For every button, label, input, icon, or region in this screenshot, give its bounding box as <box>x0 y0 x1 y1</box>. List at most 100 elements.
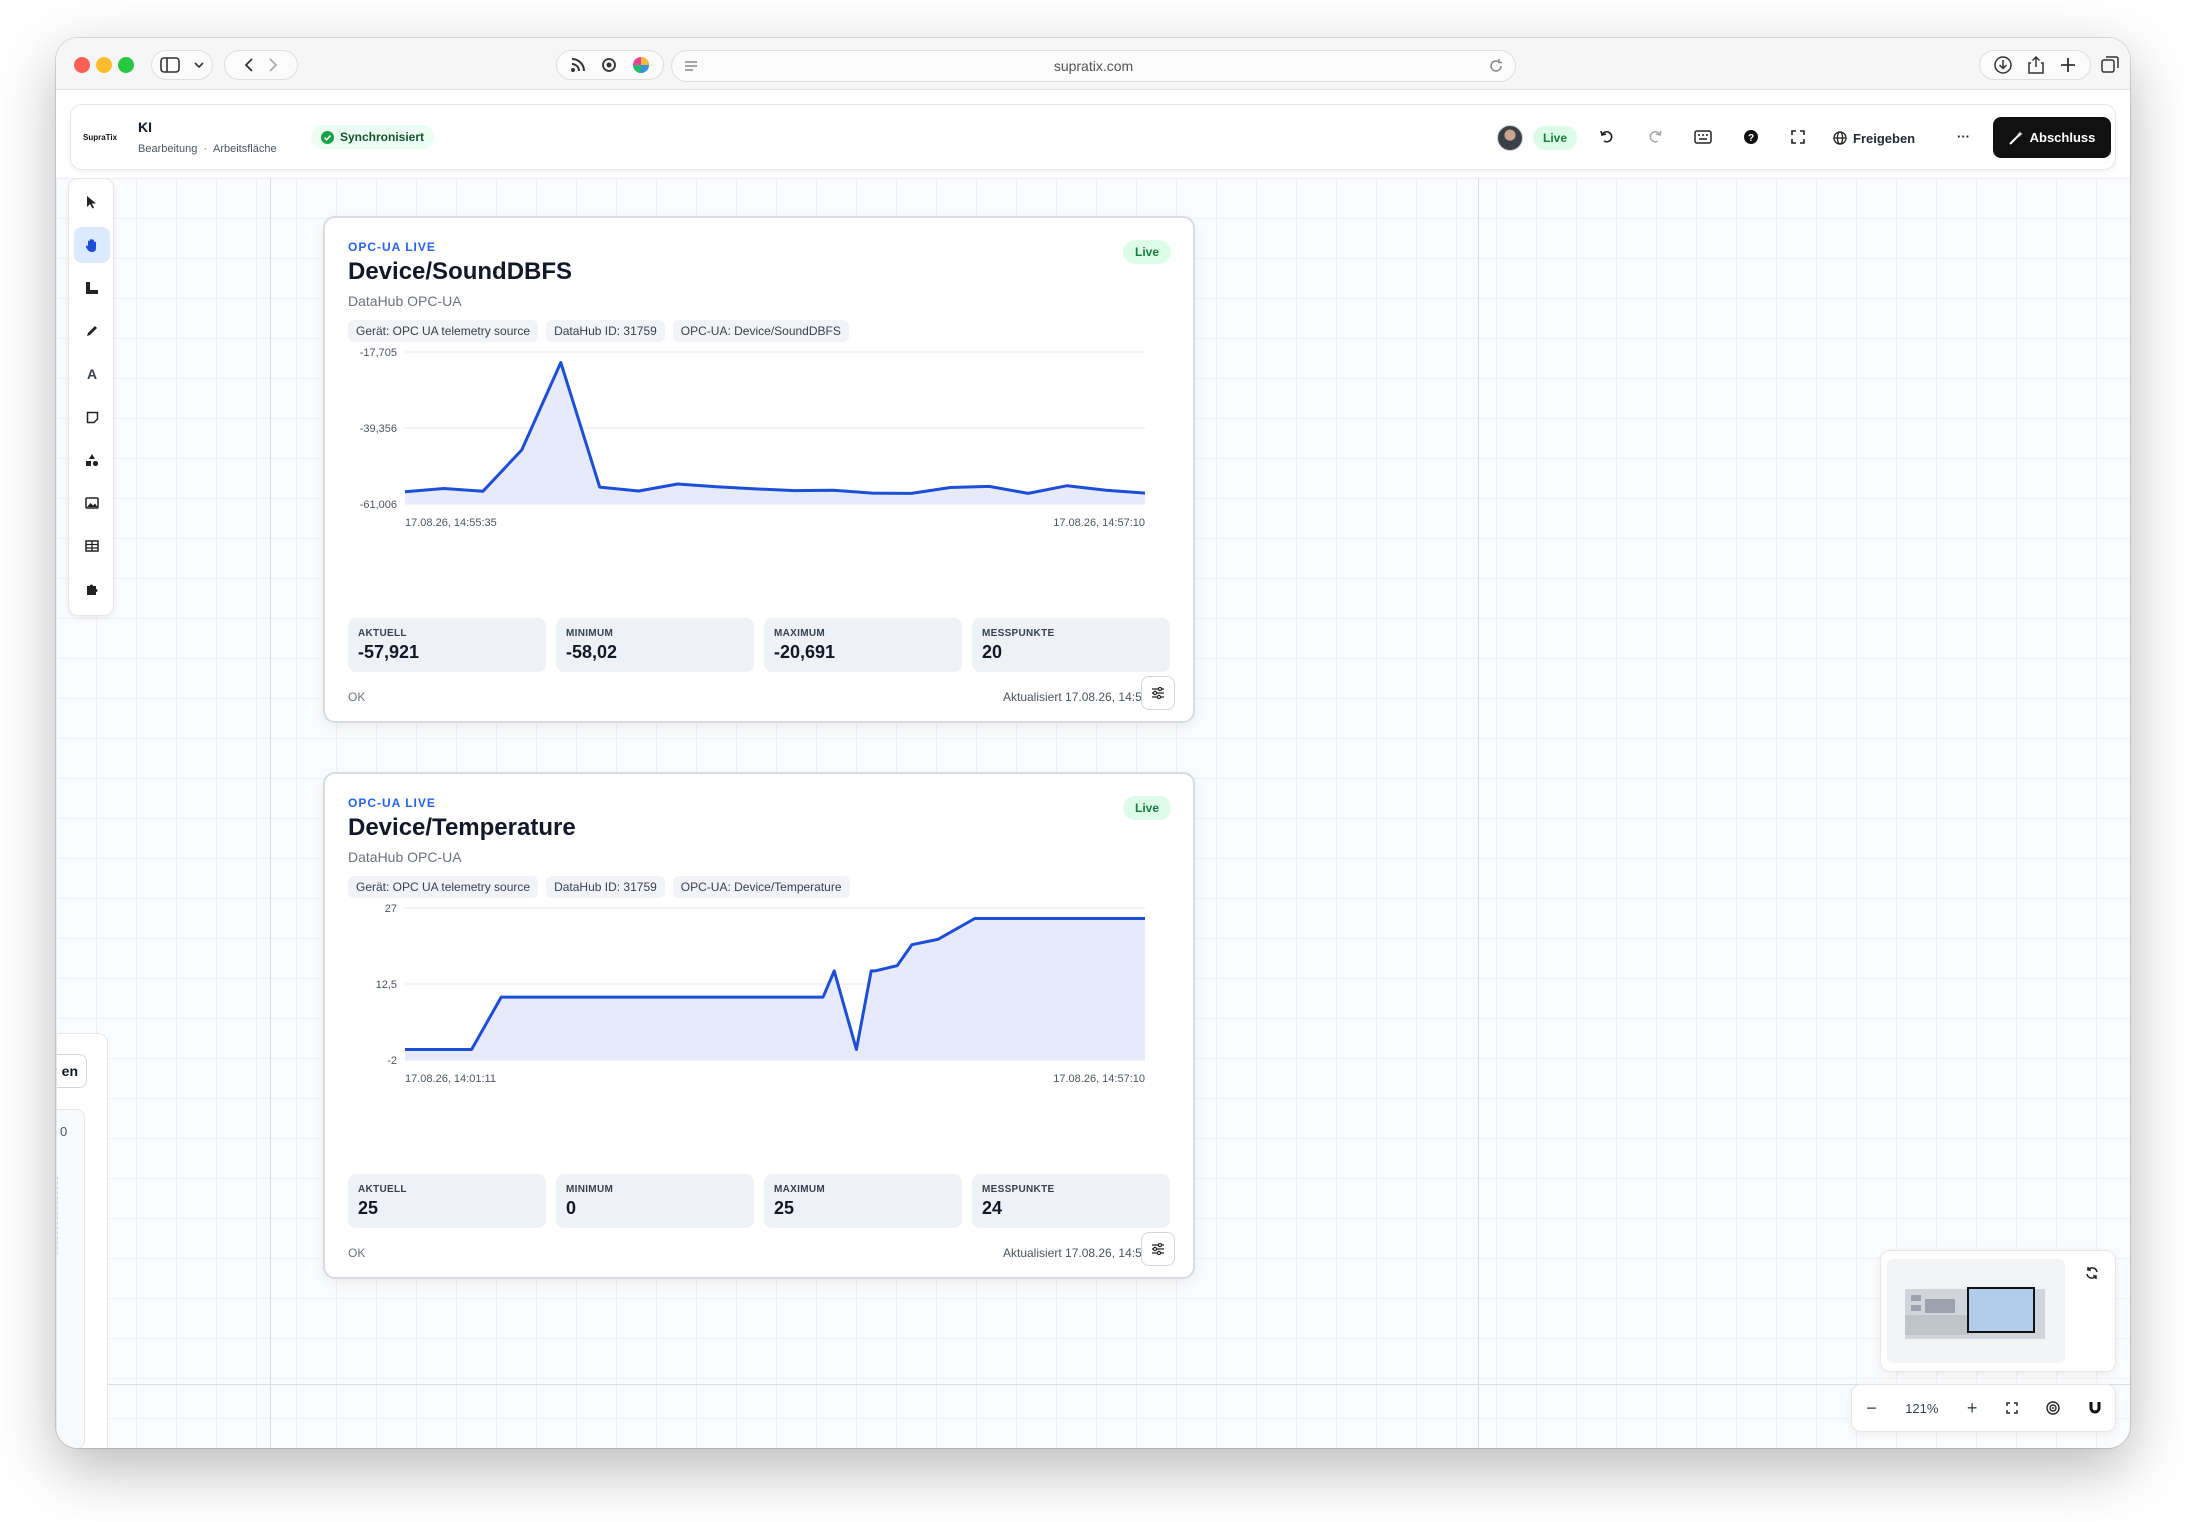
card-stats: AKTUELL 25 MINIMUM 0 MAXIMUM 25 MESSPUNKTE 2… <box>348 1174 1170 1228</box>
status-text: OK <box>348 690 366 704</box>
zoom-level: 121% <box>1905 1400 1939 1416</box>
y-tick-label: -17,705 <box>360 347 397 359</box>
card-kicker: OPC-UA LIVE <box>348 796 436 810</box>
y-tick-label: -61,006 <box>360 499 397 511</box>
reload-icon[interactable] <box>1489 59 1503 73</box>
avatar[interactable] <box>1497 125 1523 151</box>
logo[interactable]: SupraTix <box>83 133 117 142</box>
card-chips: Gerät: OPC UA telemetry source DataHub I… <box>348 320 849 342</box>
url-text: supratix.com <box>1053 58 1134 74</box>
breadcrumb-item[interactable]: Arbeitsfläche <box>213 143 277 155</box>
card-chips: Gerät: OPC UA telemetry source DataHub I… <box>348 876 850 898</box>
rss-icon[interactable] <box>570 57 586 73</box>
back-icon[interactable] <box>244 58 254 72</box>
pen-tool[interactable] <box>74 313 110 349</box>
pen-icon <box>87 326 97 336</box>
share-button[interactable]: Freigeben <box>1833 125 1915 151</box>
card-settings-button[interactable] <box>1141 676 1175 710</box>
extension-color-icon[interactable] <box>632 56 650 74</box>
card-kicker: OPC-UA LIVE <box>348 240 436 254</box>
ruler-icon <box>86 282 98 294</box>
refresh-icon[interactable] <box>2085 1266 2099 1280</box>
address-bar[interactable]: supratix.com <box>671 50 1516 82</box>
stat-points: MESSPUNKTE 24 <box>972 1174 1170 1228</box>
redo-icon[interactable] <box>1647 129 1663 145</box>
sidebar-icon <box>160 57 180 73</box>
opcua-card-sounddbfs[interactable]: OPC-UA LIVE Device/SoundDBFS DataHub OPC… <box>323 216 1195 723</box>
chip-datahub-id: DataHub ID: 31759 <box>546 876 665 898</box>
select-tool[interactable] <box>74 184 110 220</box>
cursor-icon <box>87 196 96 209</box>
text-tool[interactable]: A <box>74 356 110 392</box>
table-icon <box>85 540 99 552</box>
series-area <box>405 362 1145 504</box>
side-panel-partial: en 0 <box>56 1033 108 1448</box>
new-tab-icon[interactable] <box>2060 57 2076 73</box>
fullscreen-icon[interactable] <box>1791 130 1805 144</box>
shapes-tool[interactable] <box>74 442 110 478</box>
live-badge: Live <box>1122 796 1171 820</box>
sticky-note-tool[interactable] <box>74 399 110 435</box>
reader-icon[interactable] <box>684 60 698 72</box>
stat-current: AKTUELL -57,921 <box>348 618 546 672</box>
card-settings-button[interactable] <box>1141 1232 1175 1266</box>
zoom-in-button[interactable]: + <box>1967 1398 1978 1419</box>
side-panel-button[interactable]: en <box>57 1054 87 1088</box>
card-subtitle: DataHub OPC-UA <box>348 849 462 865</box>
hand-tool[interactable] <box>74 227 110 263</box>
minimize-window-button[interactable] <box>96 57 112 73</box>
zoom-controls: − 121% + <box>1851 1384 2116 1432</box>
magnet-icon[interactable] <box>2089 1401 2101 1415</box>
stat-maximum: MAXIMUM 25 <box>764 1174 962 1228</box>
stat-minimum: MINIMUM 0 <box>556 1174 754 1228</box>
updated-text: Aktualisiert 17.08.26, 14:57:10 <box>1003 1246 1143 1260</box>
download-icon[interactable] <box>1994 56 2012 74</box>
share-icon[interactable] <box>2028 56 2044 74</box>
doc-title: KI <box>138 119 152 135</box>
magic-wand-icon <box>2008 130 2023 145</box>
live-badge: Live <box>1533 126 1578 150</box>
tool-palette: A <box>68 178 114 616</box>
sidebar-toggle-button[interactable] <box>151 50 213 80</box>
svg-text:?: ? <box>1748 133 1754 144</box>
more-button[interactable]: ··· <box>1957 129 1970 144</box>
minimap[interactable] <box>1880 1250 2116 1372</box>
live-badge: Live <box>1122 240 1171 264</box>
plugin-tool[interactable] <box>74 571 110 607</box>
minimap-viewport <box>1887 1259 2065 1363</box>
chart-temperature: 27 12,5 -2 17.08.26, 14:01:11 17.08.26, 14:5… <box>376 903 1145 1085</box>
tab-overview-icon[interactable] <box>2101 56 2119 74</box>
series-area <box>405 918 1145 1060</box>
breadcrumb-item[interactable]: Bearbeitung <box>138 143 197 155</box>
y-tick-label: -2 <box>387 1055 397 1067</box>
browser-actions <box>1979 50 2091 80</box>
ruler-tool[interactable] <box>74 270 110 306</box>
help-icon[interactable]: ? <box>1743 129 1759 145</box>
stat-current: AKTUELL 25 <box>348 1174 546 1228</box>
undo-icon[interactable] <box>1599 129 1615 145</box>
keyboard-icon[interactable] <box>1694 130 1712 144</box>
x-tick-label: 17.08.26, 14:57:10 <box>1053 517 1145 529</box>
card-title: Device/Temperature <box>348 814 576 841</box>
nav-buttons <box>224 50 298 80</box>
check-circle-icon <box>321 130 334 144</box>
zoom-window-button[interactable] <box>118 57 134 73</box>
status-text: OK <box>348 1246 366 1260</box>
minimap-current-view[interactable] <box>1967 1287 2035 1333</box>
side-panel-box: 0 <box>57 1109 85 1448</box>
podcast-icon[interactable] <box>600 57 618 73</box>
fit-screen-icon[interactable] <box>2006 1402 2018 1414</box>
x-tick-label: 17.08.26, 14:01:11 <box>405 1073 496 1085</box>
target-icon[interactable] <box>2046 1401 2061 1415</box>
forward-icon[interactable] <box>268 58 278 72</box>
finish-button[interactable]: Abschluss <box>1993 117 2111 158</box>
sliders-icon <box>1152 687 1164 699</box>
close-window-button[interactable] <box>74 57 90 73</box>
image-tool[interactable] <box>74 485 110 521</box>
opcua-card-temperature[interactable]: OPC-UA LIVE Device/Temperature DataHub O… <box>323 772 1195 1279</box>
browser-window: supratix.com SupraTix KI Bearbeitung · A… <box>56 38 2130 1448</box>
zoom-out-button[interactable]: − <box>1866 1398 1877 1419</box>
browser-titlebar: supratix.com <box>56 38 2130 90</box>
card-title: Device/SoundDBFS <box>348 258 573 285</box>
table-tool[interactable] <box>74 528 110 564</box>
